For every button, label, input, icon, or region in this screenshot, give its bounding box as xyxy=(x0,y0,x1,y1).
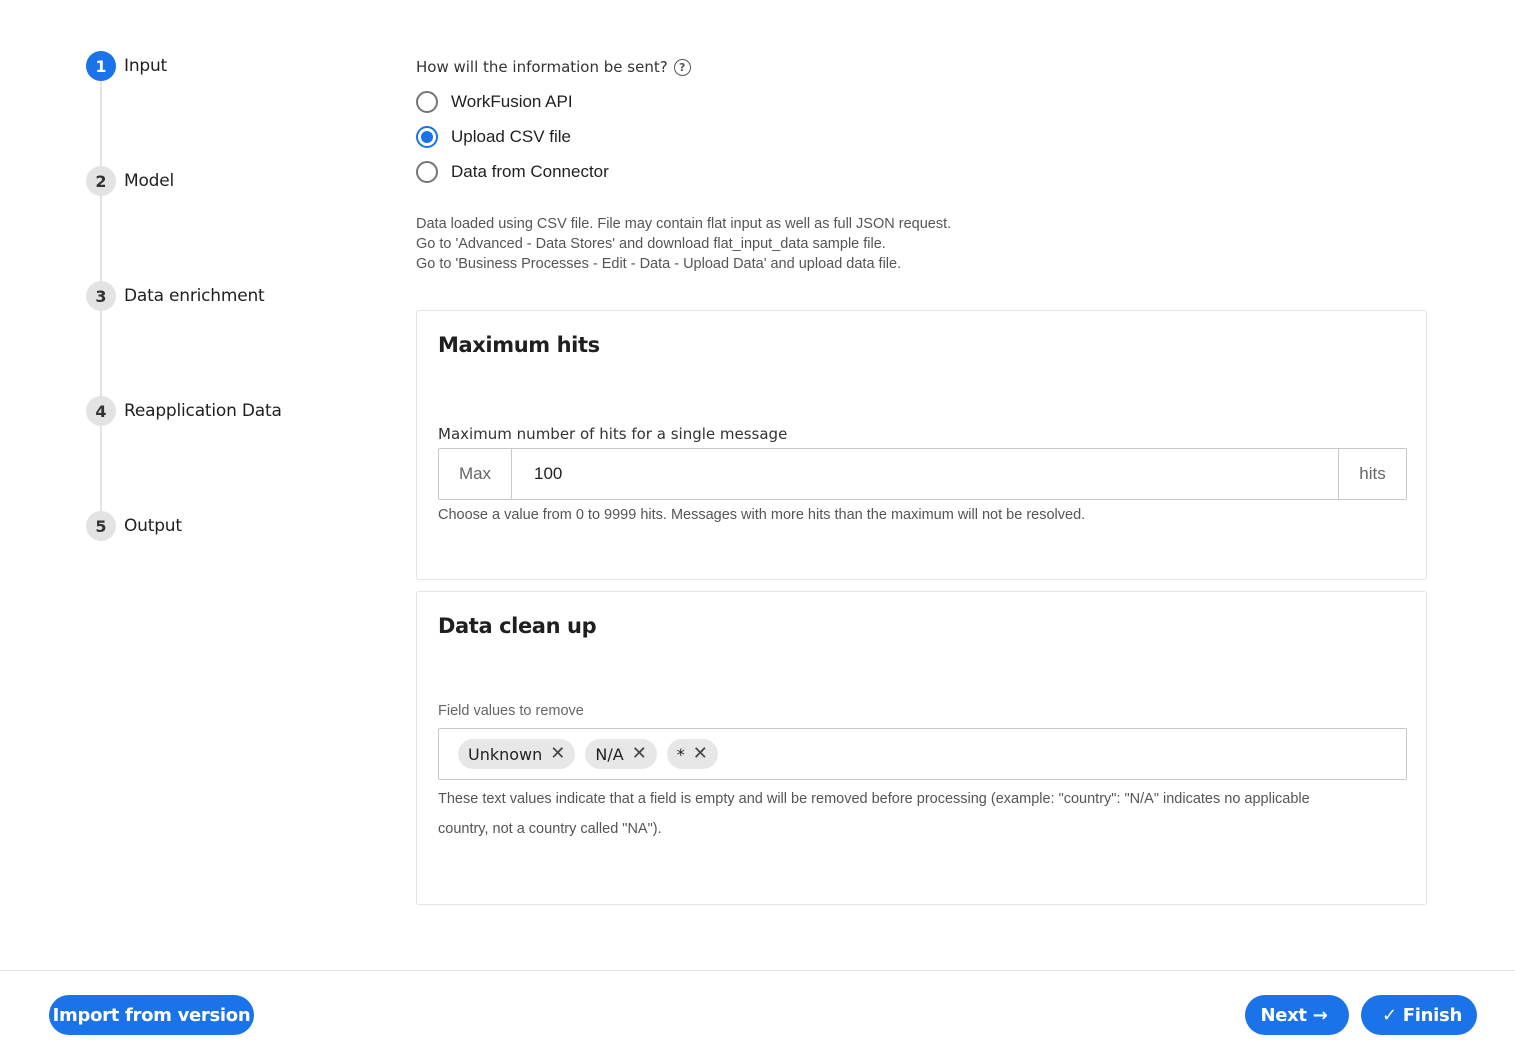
field-hint: Choose a value from 0 to 9999 hits. Mess… xyxy=(438,507,1086,523)
radio-workfusion-api[interactable]: WorkFusion API xyxy=(416,90,573,114)
radio-data-from-connector[interactable]: Data from Connector xyxy=(416,160,609,184)
step-number: 1 xyxy=(86,51,116,81)
max-hits-input-group: Max 100 hits xyxy=(438,448,1407,500)
finish-button[interactable]: ✓ Finish xyxy=(1361,995,1477,1035)
hint-line: These text values indicate that a field … xyxy=(438,791,1310,807)
max-hits-input[interactable]: 100 xyxy=(512,449,1338,499)
import-from-version-button[interactable]: Import from version xyxy=(49,995,254,1035)
help-icon[interactable]: ? xyxy=(673,58,691,76)
close-icon[interactable]: ✕ xyxy=(550,745,565,763)
arrow-right-icon: → xyxy=(1312,1004,1328,1026)
data-cleanup-card: Data clean up Field values to remove Unk… xyxy=(416,591,1427,905)
radio-upload-csv[interactable]: Upload CSV file xyxy=(416,125,571,149)
step-data-enrichment[interactable]: 3 Data enrichment xyxy=(86,281,265,311)
radio-label: Upload CSV file xyxy=(451,127,572,146)
next-button[interactable]: Next → xyxy=(1245,995,1349,1035)
info-line: Data loaded using CSV file. File may con… xyxy=(416,216,952,232)
step-label: Output xyxy=(124,516,182,536)
input-method-question: How will the information be sent? ? xyxy=(416,58,691,76)
step-connector xyxy=(100,81,102,166)
step-connector xyxy=(100,196,102,281)
step-reapplication-data[interactable]: 4 Reapplication Data xyxy=(86,396,282,426)
footer-divider xyxy=(0,970,1515,971)
button-label: Import from version xyxy=(52,1004,251,1026)
step-number: 3 xyxy=(86,281,116,311)
input-prefix: Max xyxy=(439,449,512,499)
step-label: Reapplication Data xyxy=(124,401,282,421)
radio-label: Data from Connector xyxy=(451,162,609,181)
step-label: Data enrichment xyxy=(124,286,265,306)
chip-label: Unknown xyxy=(468,744,543,764)
question-text: How will the information be sent? xyxy=(416,58,668,76)
step-connector xyxy=(100,311,102,396)
close-icon[interactable]: ✕ xyxy=(632,745,647,763)
radio-button[interactable] xyxy=(416,91,438,113)
card-title: Data clean up xyxy=(438,614,597,638)
step-number: 2 xyxy=(86,166,116,196)
radio-label: WorkFusion API xyxy=(451,92,573,111)
step-output[interactable]: 5 Output xyxy=(86,511,182,541)
radio-button[interactable] xyxy=(416,161,438,183)
step-label: Input xyxy=(124,56,168,76)
chip-na: N/A ✕ xyxy=(585,739,657,769)
chip-label: * xyxy=(676,744,685,764)
field-hint: These text values indicate that a field … xyxy=(438,784,1310,844)
chip-asterisk: * ✕ xyxy=(666,739,718,769)
info-line: Go to 'Business Processes - Edit - Data … xyxy=(416,256,902,272)
step-number: 4 xyxy=(86,396,116,426)
step-input[interactable]: 1 Input xyxy=(86,51,167,81)
check-icon: ✓ xyxy=(1382,1004,1397,1026)
card-title: Maximum hits xyxy=(438,333,600,357)
step-label: Model xyxy=(124,171,175,191)
step-connector xyxy=(100,426,102,511)
field-values-input[interactable]: Unknown ✕ N/A ✕ * ✕ xyxy=(438,728,1407,780)
step-model[interactable]: 2 Model xyxy=(86,166,174,196)
radio-button[interactable] xyxy=(416,126,438,148)
hint-line: country, not a country called "NA"). xyxy=(438,821,662,837)
info-line: Go to 'Advanced - Data Stores' and downl… xyxy=(416,236,886,252)
chip-label: N/A xyxy=(595,744,624,764)
close-icon[interactable]: ✕ xyxy=(693,745,708,763)
step-number: 5 xyxy=(86,511,116,541)
button-label: Next xyxy=(1260,1004,1307,1026)
csv-info-text: Data loaded using CSV file. File may con… xyxy=(416,214,951,274)
input-suffix: hits xyxy=(1338,449,1406,499)
field-label: Maximum number of hits for a single mess… xyxy=(438,425,788,443)
button-label: Finish xyxy=(1402,1004,1462,1026)
field-label: Field values to remove xyxy=(438,703,584,719)
chip-unknown: Unknown ✕ xyxy=(458,739,576,769)
maximum-hits-card: Maximum hits Maximum number of hits for … xyxy=(416,310,1427,580)
